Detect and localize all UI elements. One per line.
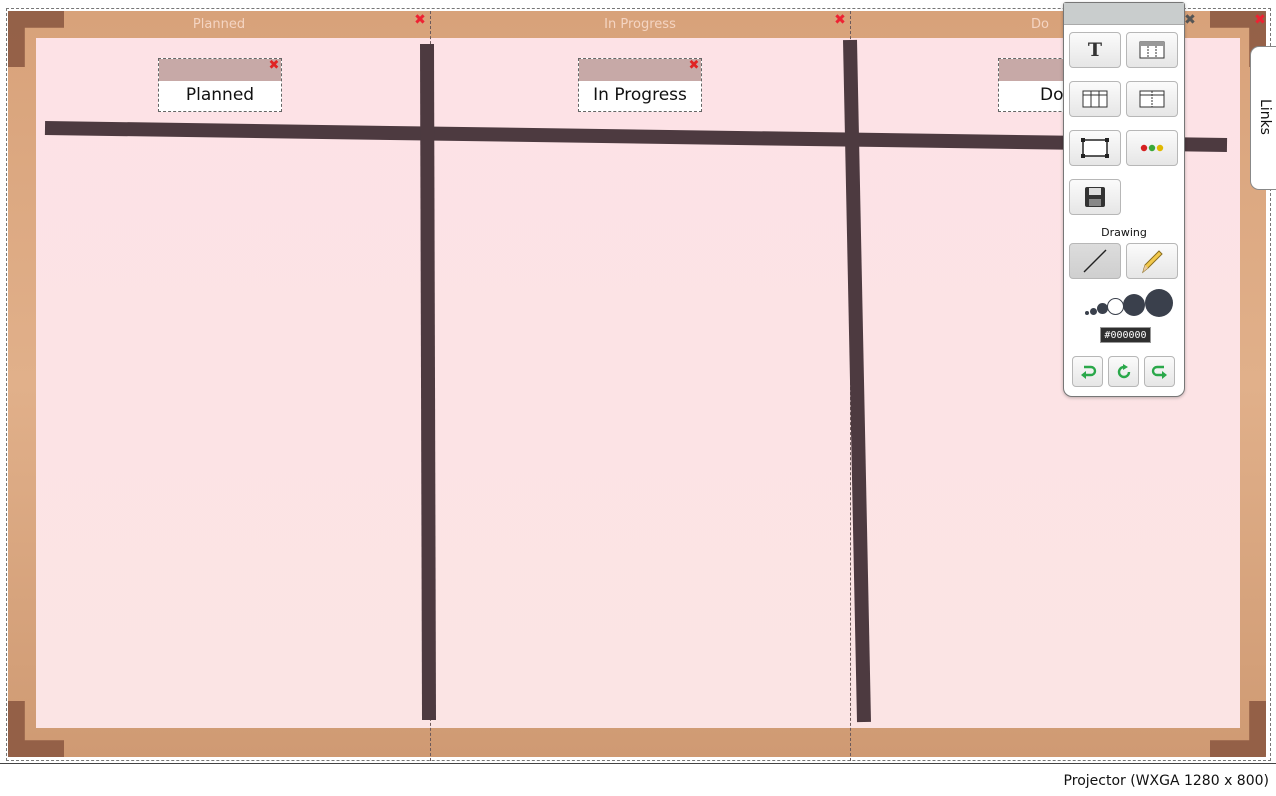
text-tool-button[interactable]: T [1069, 32, 1121, 68]
app-stage: Planned In Progress Do ✖ ✖ ✖ ✖ Planned ✖… [0, 0, 1276, 796]
drawn-horizontal-line[interactable] [44, 121, 1228, 152]
line-icon [1083, 249, 1107, 273]
card-drag-bar[interactable] [159, 59, 281, 81]
redo-button[interactable] [1144, 356, 1175, 387]
traffic-light-icon [1140, 144, 1164, 152]
two-columns-button[interactable] [1126, 81, 1178, 117]
toolbar-drag-handle[interactable] [1064, 3, 1184, 25]
refresh-button[interactable] [1108, 356, 1139, 387]
card-template-button[interactable] [1126, 32, 1178, 68]
rectangle-icon [1081, 138, 1109, 158]
redo-icon [1151, 365, 1167, 379]
status-bar: Projector (WXGA 1280 x 800) [0, 763, 1276, 796]
delete-card-icon[interactable]: ✖ [688, 59, 700, 72]
drawn-vertical-line[interactable] [420, 43, 436, 721]
traffic-light-button[interactable] [1126, 130, 1178, 166]
two-columns-icon [1139, 90, 1165, 108]
delete-card-icon[interactable]: ✖ [268, 59, 280, 72]
links-tab[interactable]: Links [1250, 46, 1276, 190]
brush-size-large[interactable] [1107, 298, 1124, 315]
save-button[interactable] [1069, 179, 1121, 215]
header-card-in-progress[interactable]: In Progress ✖ [578, 58, 702, 112]
card-label[interactable]: In Progress [579, 81, 701, 109]
card-label[interactable]: Planned [159, 81, 281, 109]
projector-resolution-label: Projector (WXGA 1280 x 800) [1063, 773, 1269, 789]
links-tab-label: Links [1257, 99, 1273, 135]
card-template-icon [1139, 41, 1165, 59]
color-picker-swatch[interactable]: #000000 [1100, 327, 1151, 343]
header-card-planned[interactable]: Planned ✖ [158, 58, 282, 112]
brush-size-small[interactable] [1090, 308, 1097, 315]
undo-button[interactable] [1072, 356, 1103, 387]
brush-size-extra-small[interactable] [1085, 311, 1089, 315]
three-columns-icon [1082, 90, 1108, 108]
text-icon: T [1087, 39, 1103, 61]
brush-size-extra-large[interactable] [1123, 294, 1145, 316]
card-drag-bar[interactable] [579, 59, 701, 81]
tool-palette: T Drawing #000000 [1063, 2, 1185, 397]
brush-size-huge[interactable] [1145, 289, 1173, 317]
rectangle-button[interactable] [1069, 130, 1121, 166]
drawing-section-label: Drawing [1101, 226, 1147, 239]
floppy-disk-icon [1085, 187, 1105, 207]
undo-icon [1080, 365, 1096, 379]
refresh-icon [1117, 363, 1130, 378]
three-columns-button[interactable] [1069, 81, 1121, 117]
pencil-icon [1142, 250, 1163, 274]
line-tool-button[interactable] [1069, 243, 1121, 279]
pencil-tool-button[interactable] [1126, 243, 1178, 279]
